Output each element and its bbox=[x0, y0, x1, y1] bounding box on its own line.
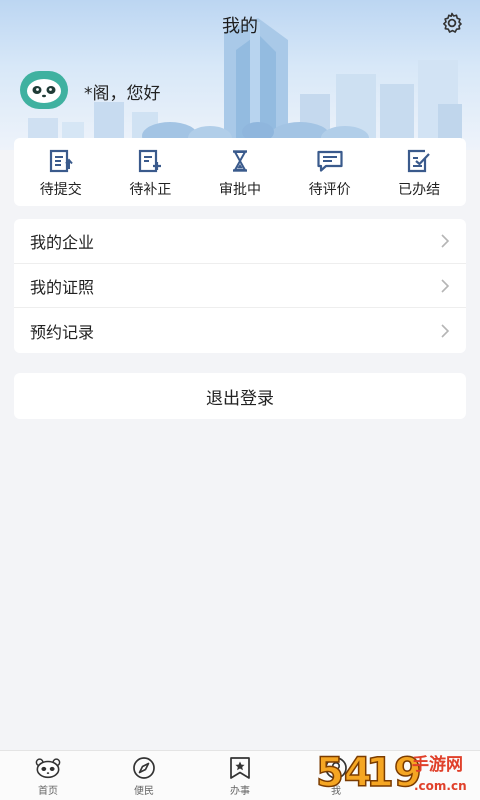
nav-label: 便民 bbox=[134, 786, 154, 797]
chevron-right-icon bbox=[441, 278, 450, 293]
site-watermark-logo: 54 19 手游网 .com.cn bbox=[315, 749, 467, 797]
status-in-review[interactable]: 审批中 bbox=[195, 138, 285, 206]
svg-text:.com.cn: .com.cn bbox=[414, 779, 467, 793]
hourglass-icon bbox=[226, 148, 254, 174]
status-pending-review[interactable]: 待评价 bbox=[285, 138, 375, 206]
menu-item-my-enterprise[interactable]: 我的企业 bbox=[14, 219, 466, 264]
status-pending-submit[interactable]: 待提交 bbox=[16, 138, 106, 206]
bookmark-star-icon bbox=[227, 756, 253, 780]
status-label: 审批中 bbox=[218, 182, 261, 198]
profile-header: 我的 *阁，您好 bbox=[0, 0, 480, 150]
menu-label: 我的企业 bbox=[30, 232, 95, 252]
doc-plus-icon bbox=[136, 148, 164, 174]
svg-text:54: 54 bbox=[316, 750, 372, 796]
application-status-card: 待提交 待补正 审批中 待评价 已办结 bbox=[14, 138, 466, 206]
status-label: 已办结 bbox=[398, 182, 441, 198]
chevron-right-icon bbox=[441, 234, 450, 248]
page-title: 我的 bbox=[222, 16, 258, 37]
status-label: 待评价 bbox=[308, 182, 351, 198]
menu-item-my-licenses[interactable]: 我的证照 bbox=[14, 264, 466, 309]
nav-item-services[interactable]: 办事 bbox=[192, 751, 288, 800]
status-completed[interactable]: 已办结 bbox=[374, 138, 464, 206]
compass-icon bbox=[131, 756, 157, 780]
nav-label: 办事 bbox=[230, 786, 250, 797]
settings-button[interactable] bbox=[438, 9, 466, 37]
chevron-right-icon bbox=[441, 324, 450, 338]
nav-item-convenience[interactable]: 便民 bbox=[96, 751, 192, 800]
comment-icon bbox=[316, 148, 344, 174]
panda-icon bbox=[35, 756, 61, 780]
nav-label: 首页 bbox=[38, 786, 58, 797]
status-label: 待补正 bbox=[129, 182, 172, 198]
doc-upload-icon bbox=[47, 148, 75, 174]
status-pending-correction[interactable]: 待补正 bbox=[106, 138, 196, 206]
panda-avatar-icon bbox=[27, 79, 61, 103]
greeting-text: *阁，您好 bbox=[84, 84, 161, 104]
nav-item-home[interactable]: 首页 bbox=[0, 751, 96, 800]
menu-item-appointments[interactable]: 预约记录 bbox=[14, 308, 466, 353]
logout-button[interactable]: 退出登录 bbox=[14, 373, 466, 419]
menu-label: 我的证照 bbox=[30, 277, 95, 297]
gear-icon bbox=[443, 12, 462, 33]
svg-text:手游网: 手游网 bbox=[412, 754, 463, 775]
menu-label: 预约记录 bbox=[30, 322, 95, 342]
doc-check-icon bbox=[405, 148, 433, 174]
profile-menu-list: 我的企业 我的证照 预约记录 bbox=[14, 219, 466, 353]
avatar[interactable] bbox=[20, 71, 68, 109]
status-label: 待提交 bbox=[39, 182, 82, 198]
